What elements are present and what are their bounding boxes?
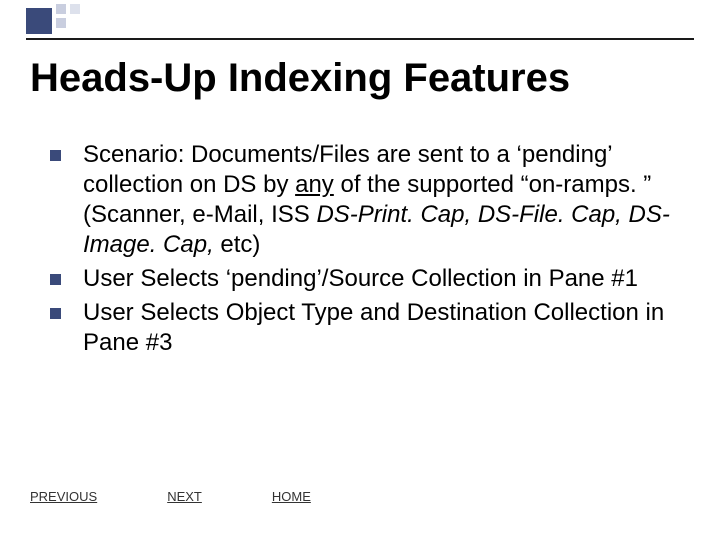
- next-link[interactable]: NEXT: [167, 489, 202, 504]
- list-item-text: Scenario: Documents/Files are sent to a …: [83, 140, 690, 260]
- previous-link[interactable]: PREVIOUS: [30, 489, 97, 504]
- list-item: User Selects Object Type and Destination…: [50, 298, 690, 358]
- bullet-icon: [50, 274, 61, 285]
- square-icon: [56, 4, 66, 14]
- list-item: User Selects ‘pending’/Source Collection…: [50, 264, 690, 294]
- text-run: User Selects ‘pending’/Source Collection…: [83, 265, 638, 292]
- home-link[interactable]: HOME: [272, 489, 311, 504]
- square-icon: [70, 4, 80, 14]
- nav-links: PREVIOUS NEXT HOME: [30, 489, 311, 504]
- corner-decoration: [0, 0, 140, 42]
- bullet-icon: [50, 308, 61, 319]
- bullet-icon: [50, 150, 61, 161]
- divider: [26, 38, 694, 40]
- list-item-text: User Selects Object Type and Destination…: [83, 298, 690, 358]
- list-item: Scenario: Documents/Files are sent to a …: [50, 140, 690, 260]
- square-icon: [26, 8, 52, 34]
- list-item-text: User Selects ‘pending’/Source Collection…: [83, 264, 690, 294]
- text-run: User Selects Object Type and Destination…: [83, 299, 664, 356]
- page-title: Heads-Up Indexing Features: [30, 56, 570, 101]
- text-underline: any: [295, 171, 334, 198]
- square-icon: [56, 18, 66, 28]
- text-run: etc): [214, 231, 261, 258]
- bullet-list: Scenario: Documents/Files are sent to a …: [50, 140, 690, 362]
